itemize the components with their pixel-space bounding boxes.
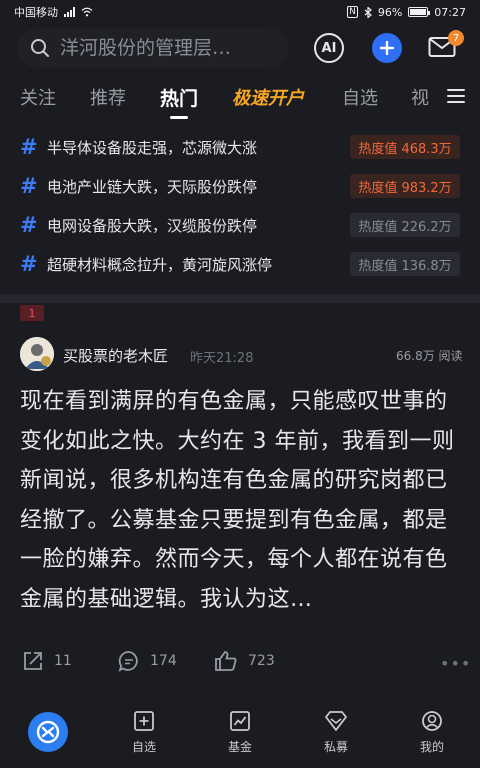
hashtag-icon: #: [20, 135, 38, 159]
search-input[interactable]: [60, 37, 270, 59]
nav-profile[interactable]: 我的: [402, 710, 462, 755]
tab-recommend[interactable]: 推荐: [90, 84, 126, 110]
share-button[interactable]: 11: [22, 650, 72, 672]
hot-topic-item[interactable]: # 超硬材料概念拉升，黄河旋风涨停 热度值 136.8万: [0, 245, 480, 283]
hashtag-icon: #: [20, 174, 38, 198]
author-avatar-icon: [20, 337, 54, 371]
nav-label: 私募: [323, 740, 348, 754]
battery-icon: [408, 7, 431, 17]
comment-button[interactable]: 174: [118, 650, 177, 672]
comment-count: 174: [150, 653, 177, 669]
ai-assistant-button[interactable]: AI: [314, 33, 344, 63]
menu-icon[interactable]: [447, 88, 465, 104]
like-button[interactable]: 723: [214, 650, 275, 672]
comment-icon: [118, 651, 138, 672]
tab-open-account[interactable]: 极速开户: [232, 84, 304, 110]
signal-icon: [64, 7, 75, 17]
post-actions: 11 174 723 •••: [0, 650, 480, 674]
chart-icon: [230, 711, 250, 731]
hot-topic-item[interactable]: # 半导体设备股走强，芯源微大涨 热度值 468.3万: [0, 128, 480, 166]
home-button[interactable]: [28, 712, 68, 752]
bottom-navigation: 自选 基金 私募 我的: [0, 706, 480, 768]
plus-icon: [380, 41, 394, 55]
search-icon: [31, 39, 49, 57]
nav-label: 自选: [131, 740, 156, 754]
add-button[interactable]: [372, 33, 402, 63]
rank-badge: 1: [20, 305, 44, 321]
heat-badge: 热度值 136.8万: [350, 252, 460, 276]
wifi-icon: [81, 7, 93, 17]
section-divider: [0, 294, 480, 303]
battery-percent: 96%: [377, 5, 403, 19]
diamond-icon: [325, 711, 347, 731]
search-box[interactable]: [18, 28, 288, 68]
nav-fund[interactable]: 基金: [210, 710, 270, 755]
tab-follow[interactable]: 关注: [20, 84, 56, 110]
topic-title: 电池产业链大跌，天际股份跌停: [47, 177, 258, 196]
author-name[interactable]: 买股票的老木匠: [63, 345, 168, 366]
post-body[interactable]: 现在看到满屏的有色金属，只能感叹世事的变化如此之快。大约在 3 年前，我看到一则…: [20, 382, 460, 619]
share-icon: [24, 652, 42, 670]
avatar[interactable]: [20, 337, 54, 371]
tab-watchlist[interactable]: 自选: [342, 84, 378, 110]
add-square-icon: [134, 711, 154, 731]
top-bar: AI 7: [18, 28, 464, 68]
nav-label: 基金: [227, 740, 252, 754]
heat-badge: 热度值 226.2万: [350, 213, 460, 237]
ai-label: AI: [321, 40, 337, 56]
vibrate-icon: N: [347, 6, 358, 18]
status-bar: 中国移动 N 96% 07:27: [0, 0, 480, 24]
tab-hot[interactable]: 热门: [160, 84, 198, 111]
read-count: 66.8万 阅读: [396, 349, 463, 363]
channel-tabs: 关注 推荐 热门 极速开户 自选 视: [0, 84, 480, 118]
heat-badge: 热度值 468.3万: [350, 135, 460, 159]
hot-topic-item[interactable]: # 电网设备股大跌，汉缆股份跌停 热度值 226.2万: [0, 206, 480, 244]
post-time: 昨天21:28: [190, 351, 254, 366]
hot-topic-item[interactable]: # 电池产业链大跌，天际股份跌停 热度值 983.2万: [0, 167, 480, 205]
bluetooth-icon: [364, 6, 372, 18]
topic-title: 半导体设备股走强，芯源微大涨: [47, 138, 258, 157]
topic-title: 电网设备股大跌，汉缆股份跌停: [47, 216, 258, 235]
share-count: 11: [54, 653, 72, 669]
clock: 07:27: [434, 5, 466, 19]
tab-video[interactable]: 视: [411, 84, 429, 110]
nav-label: 我的: [419, 740, 444, 754]
like-count: 723: [248, 653, 275, 669]
topic-title: 超硬材料概念拉升，黄河旋风涨停: [47, 255, 273, 274]
nav-watchlist[interactable]: 自选: [114, 710, 174, 755]
hashtag-icon: #: [20, 213, 38, 237]
thumbs-up-icon: [215, 651, 237, 671]
profile-icon: [422, 711, 442, 731]
battery-level: [410, 9, 426, 15]
heat-badge: 热度值 983.2万: [350, 174, 460, 198]
nav-private-fund[interactable]: 私募: [306, 710, 366, 755]
hashtag-icon: #: [20, 252, 38, 276]
app-logo-icon: [36, 720, 60, 744]
notification-badge: 7: [448, 30, 464, 46]
more-options-icon[interactable]: •••: [440, 654, 471, 673]
carrier-label: 中国移动: [14, 6, 58, 19]
